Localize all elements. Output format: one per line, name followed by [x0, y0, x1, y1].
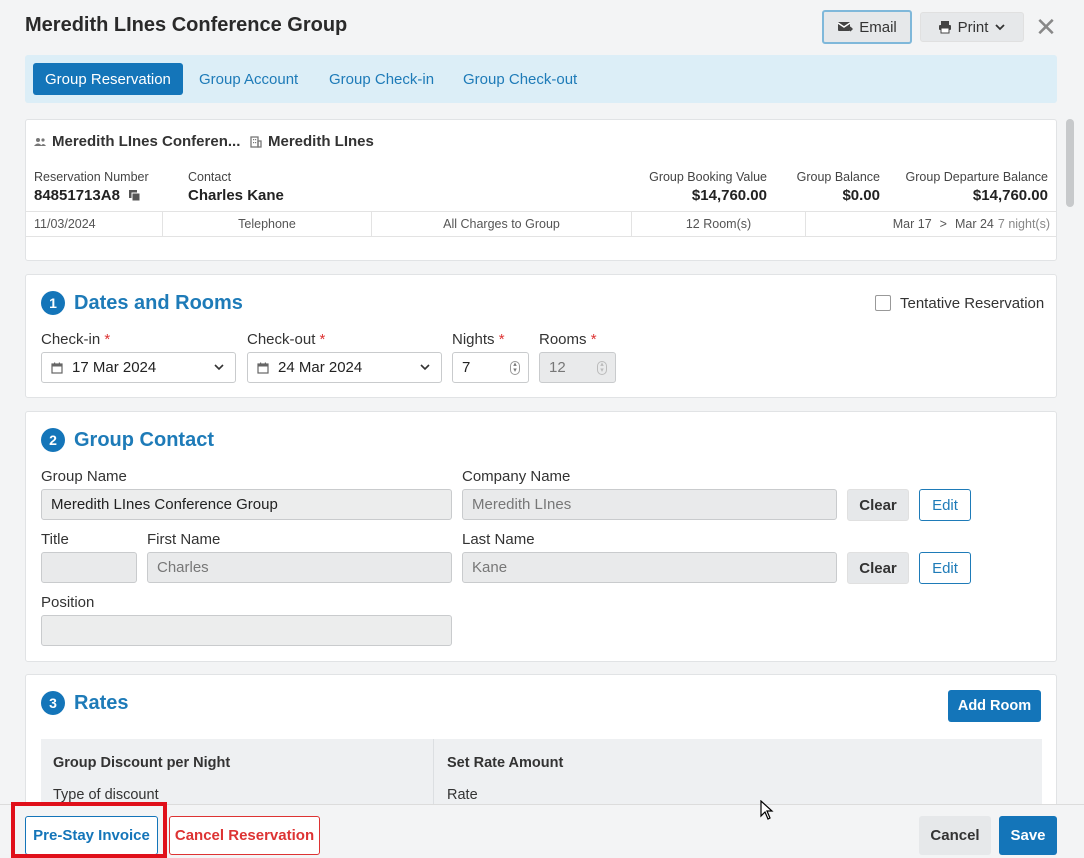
chevron-down-icon	[420, 364, 430, 371]
first-name-label: First Name	[147, 531, 221, 548]
save-button[interactable]: Save	[999, 816, 1057, 855]
tentative-label: Tentative Reservation	[900, 295, 1045, 312]
chevron-down-icon	[214, 364, 224, 371]
edit-contact-button[interactable]: Edit	[919, 552, 971, 584]
clear-contact-button[interactable]: Clear	[847, 552, 909, 584]
group-name-summary: Meredith LInes Conferen...	[34, 133, 240, 150]
first-name-field: Charles	[147, 552, 452, 583]
calendar-icon	[257, 362, 269, 374]
arrow-right-icon: >	[939, 217, 947, 231]
group-contact-section: 2 Group Contact Group Name Meredith LIne…	[25, 411, 1057, 662]
reservation-date: 11/03/2024	[26, 212, 163, 236]
tab-group-check-in[interactable]: Group Check-in	[317, 63, 446, 95]
building-icon	[250, 135, 262, 148]
edit-company-button[interactable]: Edit	[919, 489, 971, 521]
stay-range: Mar 17 > Mar 24 7 night(s)	[892, 217, 1050, 231]
booking-source: Telephone	[163, 212, 372, 236]
booking-value-label: Group Booking Value	[649, 170, 767, 184]
departure-balance: $14,760.00	[972, 187, 1048, 204]
company-name-label: Company Name	[462, 468, 571, 485]
group-balance-label: Group Balance	[796, 170, 880, 184]
rooms-stepper: 12 ▴ ▾	[539, 352, 616, 383]
checkout-date-picker[interactable]: 24 Mar 2024	[247, 352, 442, 383]
email-label: Email	[859, 18, 897, 36]
section-title: Group Contact	[74, 429, 214, 451]
rates-col2-header: Set Rate Amount	[447, 755, 564, 771]
nights-label: Nights *	[452, 331, 505, 348]
title-label: Title	[41, 531, 69, 548]
company-name-summary: Meredith LInes	[250, 133, 374, 150]
group-icon	[34, 137, 46, 146]
group-name-label: Group Name	[41, 468, 127, 485]
room-count: 12 Room(s)	[632, 212, 806, 236]
cancel-reservation-button[interactable]: Cancel Reservation	[169, 816, 320, 855]
modal-title: Meredith LInes Conference Group	[25, 14, 348, 36]
section-number: 1	[41, 291, 65, 315]
cancel-button[interactable]: Cancel	[919, 816, 991, 855]
title-field	[41, 552, 137, 583]
printer-icon	[938, 21, 951, 34]
rates-table: Group Discount per Night Type of discoun…	[41, 739, 1042, 809]
highlight-box	[11, 802, 167, 858]
rates-section: 3 Rates Add Room Group Discount per Nigh…	[25, 674, 1057, 824]
rates-col1-sub: Type of discount	[53, 787, 159, 803]
reservation-number: 84851713A8	[34, 187, 141, 204]
close-icon[interactable]: ✕	[1034, 12, 1058, 42]
rates-col2-sub: Rate	[447, 787, 478, 803]
section-title: Rates	[74, 692, 129, 714]
contact-name: Charles Kane	[188, 187, 284, 204]
tab-group-check-out[interactable]: Group Check-out	[451, 63, 589, 95]
departure-balance-label: Group Departure Balance	[905, 170, 1048, 184]
nights-stepper[interactable]: 7 ▴ ▾	[452, 352, 529, 383]
rates-col1-header: Group Discount per Night	[53, 755, 231, 771]
group-name-field[interactable]: Meredith LInes Conference Group	[41, 489, 452, 520]
tab-group-reservation[interactable]: Group Reservation	[33, 63, 183, 95]
position-label: Position	[41, 594, 95, 611]
clear-company-button[interactable]: Clear	[847, 489, 909, 521]
tentative-checkbox[interactable]	[875, 295, 891, 311]
group-balance: $0.00	[842, 187, 880, 204]
checkout-label: Check-out *	[247, 331, 326, 348]
dates-rooms-section: 1 Dates and Rooms Tentative Reservation …	[25, 274, 1057, 398]
mouse-pointer-icon	[760, 800, 774, 820]
reservation-number-label: Reservation Number	[34, 170, 149, 184]
summary-strip: 11/03/2024 Telephone All Charges to Grou…	[26, 211, 1056, 237]
last-name-field: Kane	[462, 552, 837, 583]
print-button[interactable]: Print	[920, 12, 1024, 42]
section-title: Dates and Rooms	[74, 292, 243, 314]
stepper-icon: ▴ ▾	[597, 361, 607, 375]
charges-mode: All Charges to Group	[372, 212, 632, 236]
reservation-summary: Meredith LInes Conferen... Meredith LIne…	[25, 119, 1057, 261]
section-number: 3	[41, 691, 65, 715]
position-field[interactable]	[41, 615, 452, 646]
stepper-icon[interactable]: ▴ ▾	[510, 361, 520, 375]
email-button[interactable]: Email	[822, 10, 912, 44]
add-room-button[interactable]: Add Room	[948, 690, 1041, 722]
calendar-icon	[51, 362, 63, 374]
email-icon	[837, 22, 854, 32]
contact-label: Contact	[188, 170, 232, 184]
scrollbar[interactable]	[1066, 119, 1074, 207]
copy-icon[interactable]	[128, 189, 141, 202]
print-label: Print	[957, 18, 989, 36]
checkin-label: Check-in *	[41, 331, 111, 348]
checkin-date-picker[interactable]: 17 Mar 2024	[41, 352, 236, 383]
company-name-field: Meredith LInes	[462, 489, 837, 520]
tab-group-account[interactable]: Group Account	[187, 63, 310, 95]
booking-value: $14,760.00	[691, 187, 767, 204]
tab-bar: Group Reservation Group Account Group Ch…	[25, 55, 1057, 103]
section-number: 2	[41, 428, 65, 452]
rooms-label: Rooms *	[539, 331, 597, 348]
last-name-label: Last Name	[462, 531, 535, 548]
chevron-down-icon	[995, 24, 1006, 31]
